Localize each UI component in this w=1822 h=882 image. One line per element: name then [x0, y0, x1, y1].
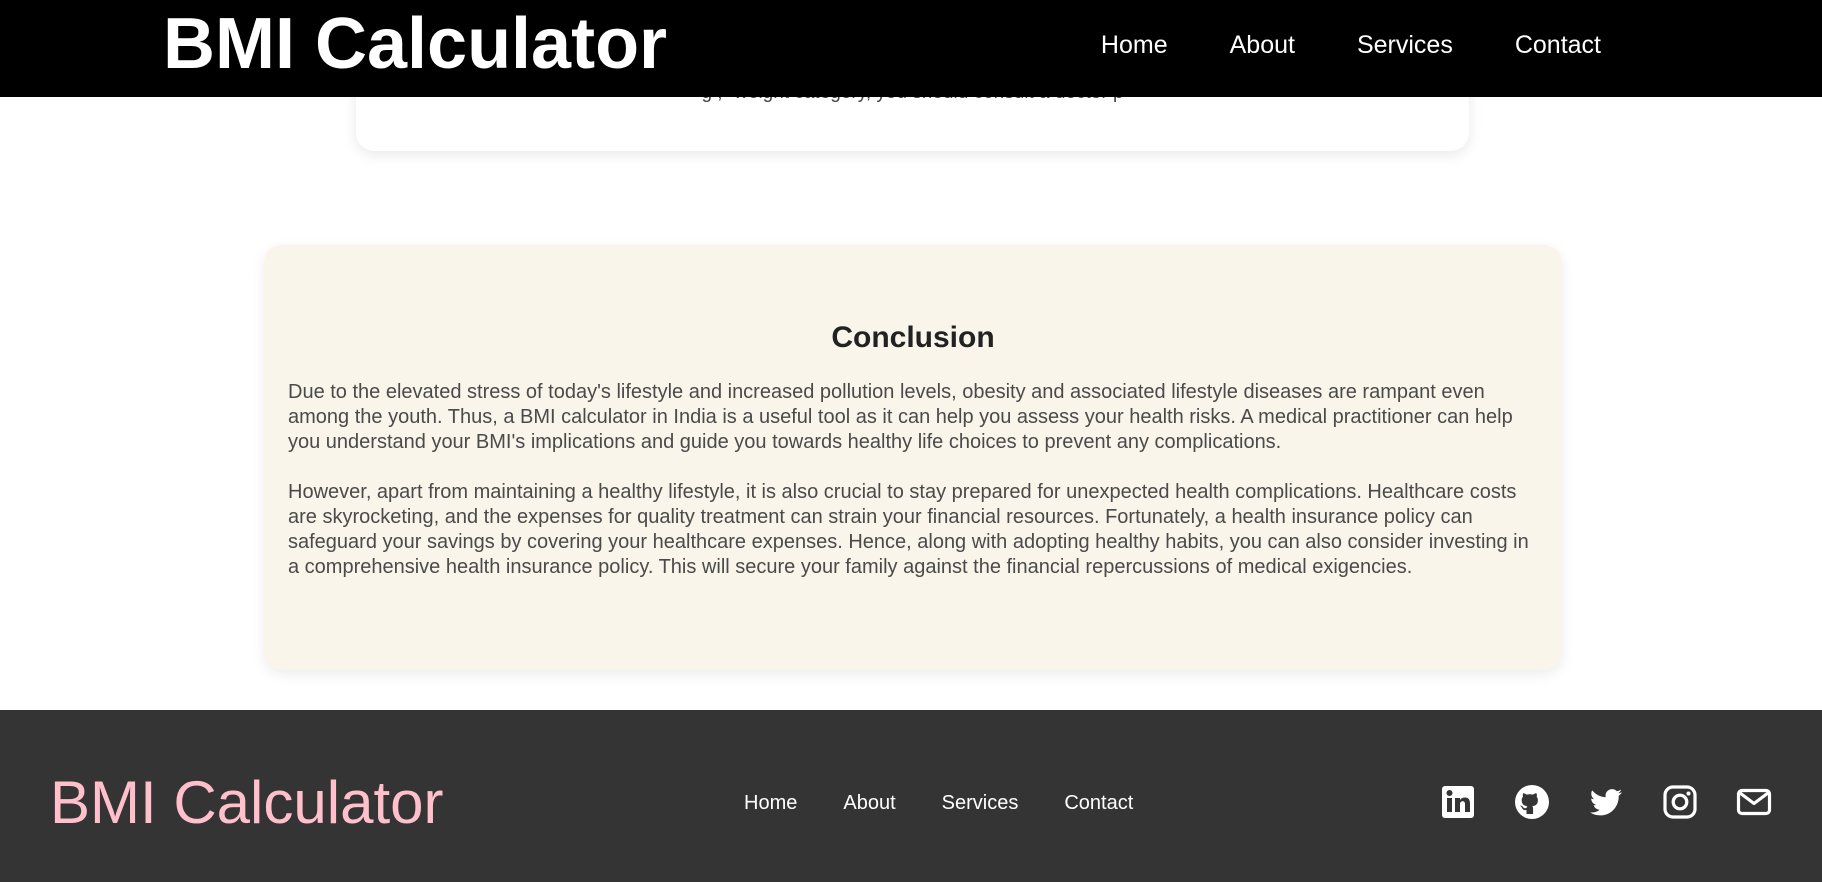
footer-contact-link[interactable]: Contact	[1064, 790, 1133, 816]
site-header: BMI Calculator Home About Services Conta…	[0, 0, 1822, 97]
social-links	[1440, 784, 1772, 820]
footer-nav: Home About Services Contact	[744, 790, 1133, 816]
footer-logo[interactable]: BMI Calculator	[50, 768, 443, 838]
conclusion-card: Conclusion Due to the elevated stress of…	[264, 245, 1562, 670]
conclusion-title: Conclusion	[831, 321, 995, 354]
nav-services-link[interactable]: Services	[1357, 28, 1453, 62]
linkedin-icon[interactable]	[1440, 784, 1476, 820]
conclusion-paragraph-1: Due to the elevated stress of today's li…	[288, 381, 1513, 453]
page: g , -weight category, you should consult…	[0, 0, 1822, 882]
twitter-icon[interactable]	[1588, 784, 1624, 820]
header-nav: Home About Services Contact	[1101, 28, 1601, 62]
nav-contact-link[interactable]: Contact	[1515, 28, 1601, 62]
nav-about-link[interactable]: About	[1230, 28, 1295, 62]
instagram-icon[interactable]	[1662, 784, 1698, 820]
nav-home-link[interactable]: Home	[1101, 28, 1168, 62]
conclusion-paragraph-2: However, apart from maintaining a health…	[288, 481, 1529, 578]
site-footer: BMI Calculator Home About Services Conta…	[0, 710, 1822, 882]
site-logo[interactable]: BMI Calculator	[163, 2, 667, 86]
footer-services-link[interactable]: Services	[942, 790, 1019, 816]
mail-icon[interactable]	[1736, 784, 1772, 820]
footer-home-link[interactable]: Home	[744, 790, 797, 816]
github-icon[interactable]	[1514, 784, 1550, 820]
footer-about-link[interactable]: About	[843, 790, 895, 816]
